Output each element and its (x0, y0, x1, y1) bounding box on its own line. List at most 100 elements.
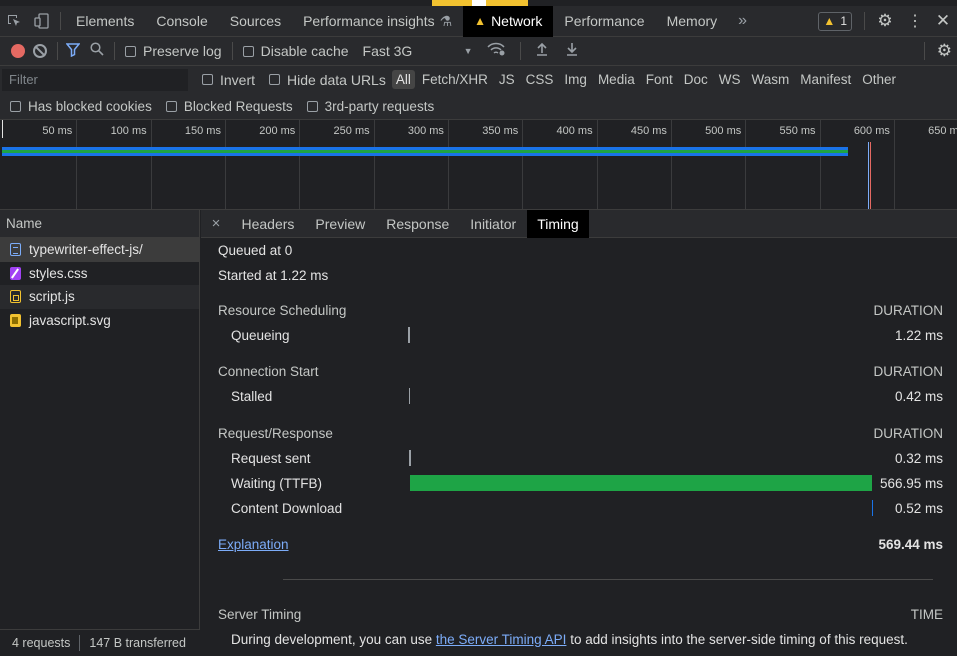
filter-type-js[interactable]: JS (495, 70, 519, 89)
warning-icon: ▲ (474, 14, 487, 28)
tab-performance[interactable]: Performance (553, 6, 655, 37)
record-button[interactable] (11, 44, 25, 58)
tab-label: Sources (229, 13, 282, 29)
details-tab-timing[interactable]: Timing (526, 210, 590, 238)
preserve-log-checkbox[interactable]: Preserve log (125, 43, 222, 59)
more-options-icon[interactable]: ⋮ (901, 6, 929, 37)
network-conditions-icon[interactable] (486, 42, 505, 60)
checkbox-box[interactable] (10, 100, 21, 112)
timeline-gridline (819, 120, 821, 209)
checkbox-box[interactable] (269, 74, 281, 85)
request-count: 4 requests (12, 636, 71, 650)
search-icon[interactable] (90, 42, 104, 60)
tab-memory[interactable]: Memory (656, 6, 729, 37)
filter-type-manifest[interactable]: Manifest (796, 70, 855, 89)
blocked-cookies-checkbox[interactable]: Has blocked cookies (10, 99, 152, 114)
checkbox-box[interactable] (202, 74, 213, 85)
tab-console[interactable]: Console (145, 6, 218, 37)
device-toolbar-icon[interactable] (28, 6, 56, 37)
server-timing-info-text: During development, you can use the Serv… (218, 632, 908, 647)
request-row[interactable]: typewriter-effect-js/ (0, 238, 199, 262)
hide-data-urls-checkbox[interactable]: Hide data URLs (269, 72, 386, 88)
duration-column-label: DURATION (873, 363, 944, 379)
server-timing-api-link[interactable]: the Server Timing API (436, 632, 567, 647)
timing-bar-track (408, 325, 872, 345)
filter-type-img[interactable]: Img (560, 70, 591, 89)
filter-input[interactable]: Filter (2, 68, 188, 91)
timing-section-header: Resource Scheduling DURATION (218, 300, 943, 320)
filter-type-other[interactable]: Other (858, 70, 900, 89)
network-settings-gear-icon[interactable]: ⚙ (937, 41, 952, 61)
throttling-value: Fast 3G (362, 43, 413, 59)
timeline-gridline (447, 120, 449, 209)
filter-type-media[interactable]: Media (594, 70, 639, 89)
tab-label: Memory (666, 13, 718, 29)
third-party-checkbox[interactable]: 3rd-party requests (306, 99, 434, 114)
duration-column-label: DURATION (873, 302, 944, 318)
request-row[interactable]: script.js (0, 285, 199, 309)
timing-bar (408, 388, 411, 404)
details-tab-initiator[interactable]: Initiator (460, 210, 527, 238)
more-tabs-icon[interactable]: » (728, 12, 757, 30)
details-tab-headers[interactable]: Headers (231, 210, 305, 238)
toolbar-divider-4 (519, 42, 521, 60)
dropdown-arrow-icon: ▼ (463, 46, 473, 56)
timeline-start-marker (2, 120, 3, 138)
filter-type-wasm[interactable]: Wasm (748, 70, 794, 89)
tab-network[interactable]: ▲ Network (463, 5, 554, 37)
toolbar-divider-5 (923, 42, 925, 60)
panel-tabs: Elements Console Sources Performance insigh… (65, 5, 729, 37)
inspect-element-icon[interactable] (0, 6, 28, 37)
checkbox-box[interactable] (306, 100, 318, 112)
blocked-requests-checkbox[interactable]: Blocked Requests (165, 99, 293, 114)
checkbox-box[interactable] (165, 100, 177, 112)
close-details-icon[interactable]: × (201, 215, 231, 232)
details-tab-response[interactable]: Response (376, 210, 460, 238)
timeline-tick-label: 150 ms (184, 125, 221, 137)
close-devtools-icon[interactable]: ✕ (929, 6, 957, 37)
filter-type-css[interactable]: CSS (522, 70, 558, 89)
name-header-label: Name (6, 216, 43, 231)
import-har-icon[interactable] (536, 42, 548, 60)
tab-performance-insights[interactable]: Performance insights ⚗ (292, 6, 463, 37)
timing-label: Stalled (231, 388, 273, 404)
settings-gear-icon[interactable]: ⚙ (869, 6, 901, 37)
tab-elements[interactable]: Elements (65, 6, 145, 37)
request-row[interactable]: styles.css (0, 262, 199, 286)
explanation-link[interactable]: Explanation (218, 537, 289, 552)
throttling-select[interactable]: Fast 3G ▼ (363, 43, 473, 59)
clear-icon[interactable] (33, 44, 47, 58)
request-row[interactable]: javascript.svg (0, 309, 199, 333)
tab-sources[interactable]: Sources (219, 6, 292, 37)
filter-type-fetch-xhr[interactable]: Fetch/XHR (418, 70, 492, 89)
timeline-gridline (299, 120, 301, 209)
timeline-tick-label: 100 ms (110, 125, 147, 137)
issues-badge[interactable]: ▲ 1 (818, 11, 852, 31)
checkbox-box[interactable] (125, 45, 136, 57)
timing-bar-track (408, 498, 874, 518)
invert-checkbox[interactable]: Invert (202, 72, 255, 88)
filter-type-doc[interactable]: Doc (680, 70, 712, 89)
details-tab-preview[interactable]: Preview (305, 210, 376, 238)
timing-row-stalled: Stalled 0.42 ms (218, 386, 943, 406)
filter-type-font[interactable]: Font (642, 70, 677, 89)
filter-type-ws[interactable]: WS (715, 70, 745, 89)
disable-cache-checkbox[interactable]: Disable cache (242, 43, 349, 59)
timing-row-content-download: Content Download 0.52 ms (218, 498, 943, 518)
filter-icon[interactable] (65, 42, 81, 60)
network-overview-timeline[interactable]: 50 ms 100 ms 150 ms 200 ms 250 ms 300 ms 350 m… (0, 120, 957, 210)
export-har-icon[interactable] (566, 42, 578, 60)
timing-bar-track (408, 473, 872, 493)
timing-bar (871, 500, 874, 516)
timing-value: 0.42 ms (894, 388, 943, 404)
js-file-icon (10, 290, 21, 304)
name-column-header[interactable]: Name (0, 210, 199, 238)
time-column-label: TIME (910, 606, 943, 622)
transferred-size: 147 B transferred (89, 636, 186, 650)
checkbox-box[interactable] (242, 45, 254, 57)
tab-label: Performance (564, 13, 645, 29)
filter-type-all[interactable]: All (391, 70, 415, 89)
request-name: javascript.svg (29, 312, 111, 328)
timing-value: 0.32 ms (894, 450, 943, 466)
info-prefix: During development, you can use (231, 631, 436, 647)
